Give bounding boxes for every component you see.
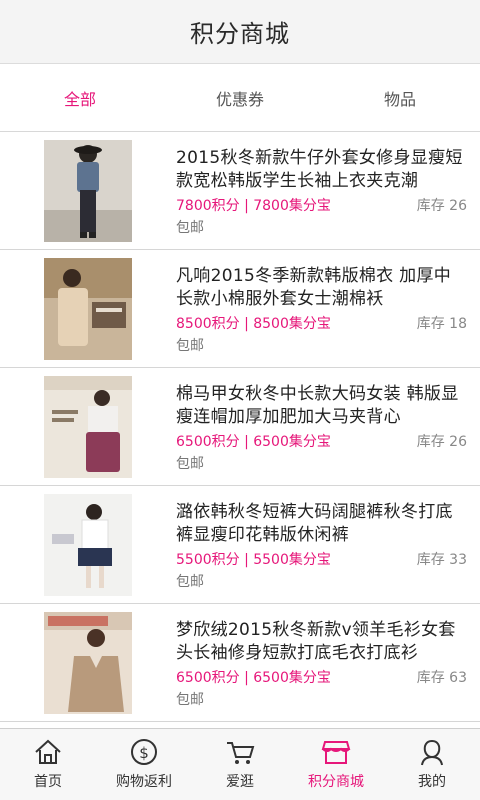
tab-goods[interactable]: 物品 xyxy=(320,64,480,131)
tab-all[interactable]: 全部 xyxy=(0,64,160,131)
product-shipping: 包邮 xyxy=(176,338,204,354)
product-item[interactable]: 梦欣绒2015秋冬新款v领羊毛衫女套头长袖修身短款打底毛衣打底衫 6500积分 … xyxy=(0,604,480,722)
tab-coupons[interactable]: 优惠券 xyxy=(160,64,320,131)
product-item[interactable]: 2015秋冬新款牛仔外套女修身显瘦短款宽松韩版学生长袖上衣夹克潮 7800积分 … xyxy=(0,132,480,250)
product-price: 8500积分 | 8500集分宝 xyxy=(176,316,331,332)
cart-icon xyxy=(225,738,255,766)
product-title: 潞依韩秋冬短裤大码阔腿裤秋冬打底裤显瘦印花韩版休闲裤 xyxy=(176,502,453,545)
product-list: 2015秋冬新款牛仔外套女修身显瘦短款宽松韩版学生长袖上衣夹克潮 7800积分 … xyxy=(0,132,480,728)
product-thumbnail xyxy=(44,140,132,242)
bottom-nav: 首页 $ 购物返利 爱逛 积分商城 我的 xyxy=(0,728,480,800)
product-thumbnail xyxy=(44,258,132,360)
product-title: 凡响2015冬季新款韩版棉衣 加厚中长款小棉服外套女士潮棉袄 xyxy=(176,266,452,309)
nav-points-mall[interactable]: 积分商城 xyxy=(288,729,384,800)
nav-home-label: 首页 xyxy=(34,774,62,790)
product-item[interactable]: 棉马甲女秋冬中长款大码女装 韩版显瘦连帽加厚加肥加大马夹背心 6500积分 | … xyxy=(0,368,480,486)
product-price: 7800积分 | 7800集分宝 xyxy=(176,198,331,214)
product-stock: 库存 63 xyxy=(416,670,467,686)
product-stock: 库存 18 xyxy=(416,316,467,332)
product-price: 6500积分 | 6500集分宝 xyxy=(176,434,331,450)
product-stock: 库存 26 xyxy=(416,198,467,214)
product-shipping: 包邮 xyxy=(176,220,204,236)
product-thumbnail xyxy=(44,612,132,714)
product-title: 棉马甲女秋冬中长款大码女装 韩版显瘦连帽加厚加肥加大马夹背心 xyxy=(176,384,459,427)
nav-rebate[interactable]: $ 购物返利 xyxy=(96,729,192,800)
product-stock: 库存 33 xyxy=(416,552,467,568)
coin-icon: $ xyxy=(129,738,159,766)
top-bar: 积分商城 xyxy=(0,0,480,64)
product-thumbnail xyxy=(44,376,132,478)
nav-rebate-label: 购物返利 xyxy=(116,774,172,790)
product-price: 5500积分 | 5500集分宝 xyxy=(176,552,331,568)
product-price: 6500积分 | 6500集分宝 xyxy=(176,670,331,686)
product-thumbnail xyxy=(44,494,132,596)
store-icon xyxy=(321,738,351,766)
category-tabs: 全部 优惠券 物品 xyxy=(0,64,480,132)
nav-profile[interactable]: 我的 xyxy=(384,729,480,800)
product-item[interactable]: 潞依韩秋冬短裤大码阔腿裤秋冬打底裤显瘦印花韩版休闲裤 5500积分 | 5500… xyxy=(0,486,480,604)
product-shipping: 包邮 xyxy=(176,692,204,708)
product-title: 梦欣绒2015秋冬新款v领羊毛衫女套头长袖修身短款打底毛衣打底衫 xyxy=(176,620,456,663)
nav-browse-label: 爱逛 xyxy=(226,774,254,790)
page-title: 积分商城 xyxy=(190,20,290,48)
nav-browse[interactable]: 爱逛 xyxy=(192,729,288,800)
nav-points-mall-label: 积分商城 xyxy=(308,774,364,790)
product-shipping: 包邮 xyxy=(176,456,204,472)
svg-text:$: $ xyxy=(139,744,149,762)
product-shipping: 包邮 xyxy=(176,574,204,590)
profile-icon xyxy=(417,738,447,766)
product-stock: 库存 26 xyxy=(416,434,467,450)
nav-home[interactable]: 首页 xyxy=(0,729,96,800)
home-icon xyxy=(33,738,63,766)
product-item[interactable]: 凡响2015冬季新款韩版棉衣 加厚中长款小棉服外套女士潮棉袄 8500积分 | … xyxy=(0,250,480,368)
product-title: 2015秋冬新款牛仔外套女修身显瘦短款宽松韩版学生长袖上衣夹克潮 xyxy=(176,148,463,191)
nav-profile-label: 我的 xyxy=(418,774,446,790)
